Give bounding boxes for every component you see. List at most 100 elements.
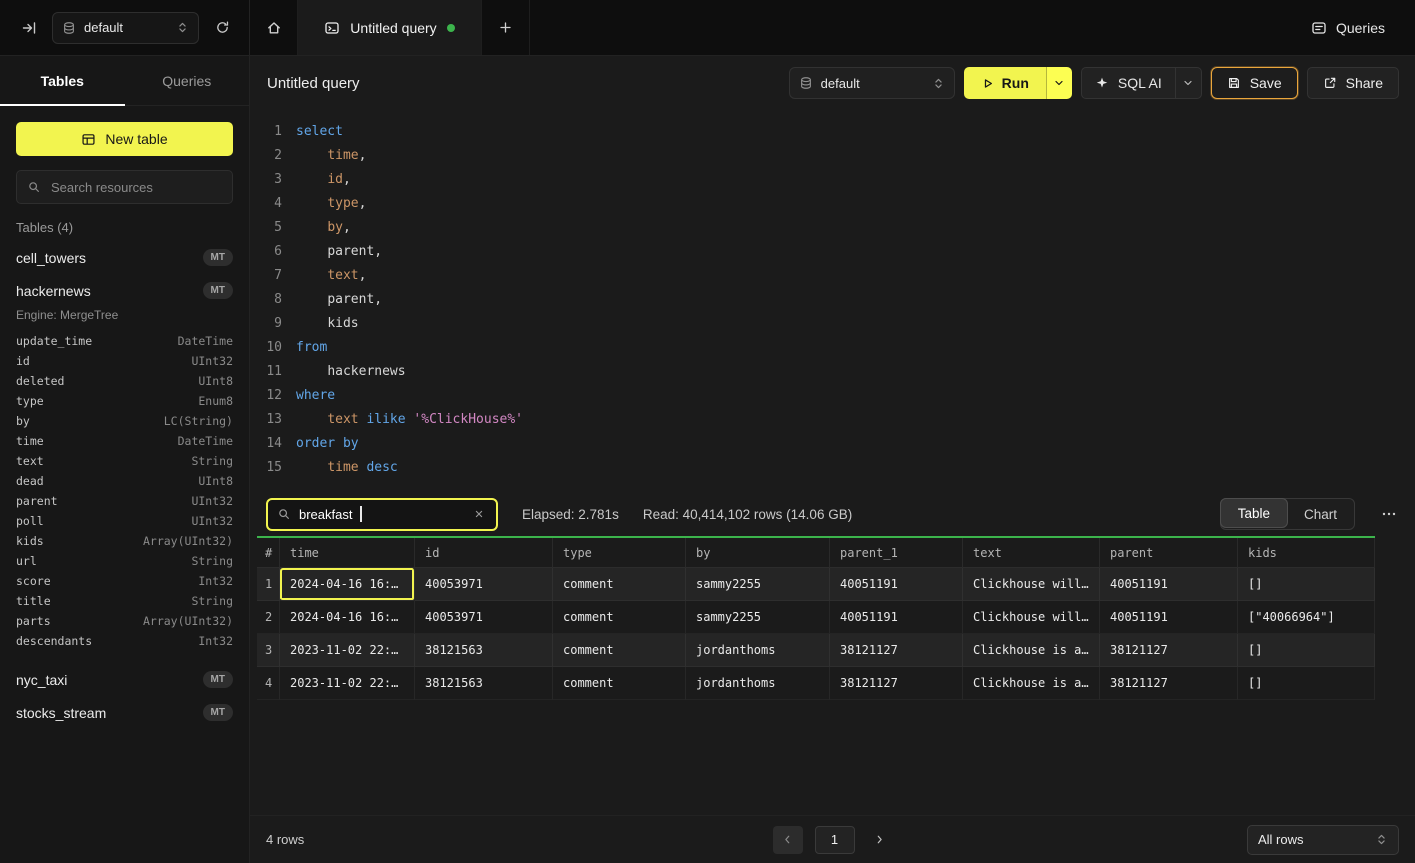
save-button[interactable]: Save (1211, 67, 1298, 99)
row-number[interactable]: 3 (257, 634, 280, 667)
table-cell[interactable]: comment (553, 667, 686, 700)
table-cell[interactable]: 2024-04-16 16:24… (280, 568, 415, 601)
column-header[interactable]: # (257, 538, 280, 568)
column-name: time (16, 434, 44, 448)
share-button[interactable]: Share (1307, 67, 1399, 99)
column-header[interactable]: id (415, 538, 553, 568)
query-title: Untitled query (267, 75, 360, 92)
table-cell[interactable]: sammy2255 (686, 568, 830, 601)
current-page-indicator[interactable]: 1 (815, 826, 855, 854)
queries-button[interactable]: Queries (1305, 19, 1391, 37)
line-number: 8 (250, 288, 282, 312)
more-options-button[interactable] (1379, 504, 1399, 524)
line-number: 12 (250, 384, 282, 408)
row-number[interactable]: 1 (257, 568, 280, 601)
previous-page-button[interactable] (773, 826, 803, 854)
code-token: type (327, 196, 358, 211)
table-cell[interactable]: 40051191 (830, 601, 963, 634)
results-search-input[interactable]: breakfast (266, 498, 498, 531)
table-cell[interactable]: 38121563 (415, 667, 553, 700)
table-cell[interactable]: 40051191 (1100, 601, 1238, 634)
table-cell[interactable]: 40051191 (1100, 568, 1238, 601)
table-cell[interactable]: 40051191 (830, 568, 963, 601)
code-token: text (327, 268, 358, 283)
table-cell[interactable]: [] (1238, 568, 1375, 601)
code-token: , (359, 268, 367, 283)
sidebar-tab-queries[interactable]: Queries (125, 56, 250, 105)
sql-editor[interactable]: 1select2 time,3 id,4 type,5 by,6 parent,… (250, 110, 1415, 486)
table-cell[interactable]: 38121127 (830, 667, 963, 700)
table-cell[interactable]: [] (1238, 667, 1375, 700)
queries-button-label: Queries (1336, 20, 1385, 36)
table-cell[interactable]: Clickhouse is a … (963, 634, 1100, 667)
table-cell[interactable]: [] (1238, 634, 1375, 667)
table-cell[interactable]: Clickhouse is a … (963, 667, 1100, 700)
table-cell[interactable]: 38121127 (1100, 667, 1238, 700)
column-header[interactable]: parent (1100, 538, 1238, 568)
table-cell[interactable]: 40053971 (415, 601, 553, 634)
home-tab[interactable] (250, 0, 298, 55)
table-cell[interactable]: comment (553, 601, 686, 634)
table-cell[interactable]: 38121563 (415, 634, 553, 667)
sql-ai-options-button[interactable] (1175, 68, 1201, 98)
table-cell[interactable]: 2023-11-02 22:56… (280, 667, 415, 700)
sidebar-item-table-nyc_taxi[interactable]: nyc_taxiMT (0, 663, 249, 696)
table-cell[interactable]: ["40066964"] (1238, 601, 1375, 634)
sidebar-item-table-cell_towers[interactable]: cell_towersMT (0, 241, 249, 274)
row-number[interactable]: 2 (257, 601, 280, 634)
code-token: , (359, 196, 367, 211)
table-cell[interactable]: 2024-04-16 16:24… (280, 601, 415, 634)
table-cell[interactable]: Clickhouse will … (963, 568, 1100, 601)
row-number[interactable]: 4 (257, 667, 280, 700)
new-table-button[interactable]: New table (16, 122, 233, 156)
view-tab-table[interactable]: Table (1220, 498, 1288, 528)
table-cell[interactable]: 38121127 (1100, 634, 1238, 667)
table-cell[interactable]: 38121127 (830, 634, 963, 667)
line-number: 2 (250, 144, 282, 168)
run-options-button[interactable] (1046, 67, 1072, 99)
table-cell[interactable]: 40053971 (415, 568, 553, 601)
pagination: 1 (773, 826, 893, 854)
query-database-value: default (821, 76, 924, 91)
page-size-selector[interactable]: All rows (1247, 825, 1399, 855)
table-cell[interactable]: jordanthoms (686, 667, 830, 700)
clear-search-button[interactable] (471, 506, 487, 522)
database-icon (62, 21, 76, 35)
plus-icon (498, 20, 513, 35)
refresh-button[interactable] (209, 15, 235, 41)
query-database-selector[interactable]: default (789, 67, 955, 99)
column-header[interactable]: text (963, 538, 1100, 568)
column-header[interactable]: type (553, 538, 686, 568)
run-button[interactable]: Run (964, 67, 1046, 99)
column-header[interactable]: kids (1238, 538, 1375, 568)
editor-line: 10from (250, 336, 1415, 360)
table-cell[interactable]: sammy2255 (686, 601, 830, 634)
table-cell[interactable]: comment (553, 634, 686, 667)
chevron-down-icon (1182, 77, 1194, 89)
column-header[interactable]: parent_1 (830, 538, 963, 568)
topbar-database-selector[interactable]: default (52, 12, 199, 44)
next-page-button[interactable] (867, 826, 893, 854)
column-name: title (16, 594, 51, 608)
column-header[interactable]: by (686, 538, 830, 568)
code-token: time (327, 460, 358, 475)
table-cell[interactable]: comment (553, 568, 686, 601)
sidebar-item-table-hackernews[interactable]: hackernewsMT (0, 274, 249, 307)
code-token: from (296, 340, 327, 355)
table-cell[interactable]: Clickhouse will … (963, 601, 1100, 634)
column-header[interactable]: time (280, 538, 415, 568)
table-cell[interactable]: 2023-11-02 22:56… (280, 634, 415, 667)
home-icon (266, 20, 282, 36)
search-resources-input[interactable] (49, 179, 222, 196)
view-tab-chart[interactable]: Chart (1287, 499, 1354, 529)
new-tab-button[interactable] (482, 0, 530, 55)
sidebar-tab-tables[interactable]: Tables (0, 56, 125, 105)
collapse-sidebar-button[interactable] (16, 15, 42, 41)
column-type: Array(UInt32) (143, 614, 233, 628)
sidebar-item-table-stocks_stream[interactable]: stocks_streamMT (0, 696, 249, 729)
sql-ai-button[interactable]: SQL AI (1082, 68, 1175, 98)
tables-list: cell_towersMThackernewsMTEngine: MergeTr… (0, 241, 249, 739)
table-cell[interactable]: jordanthoms (686, 634, 830, 667)
tab-untitled-query[interactable]: Untitled query (298, 0, 482, 55)
editor-line: 8 parent, (250, 288, 1415, 312)
